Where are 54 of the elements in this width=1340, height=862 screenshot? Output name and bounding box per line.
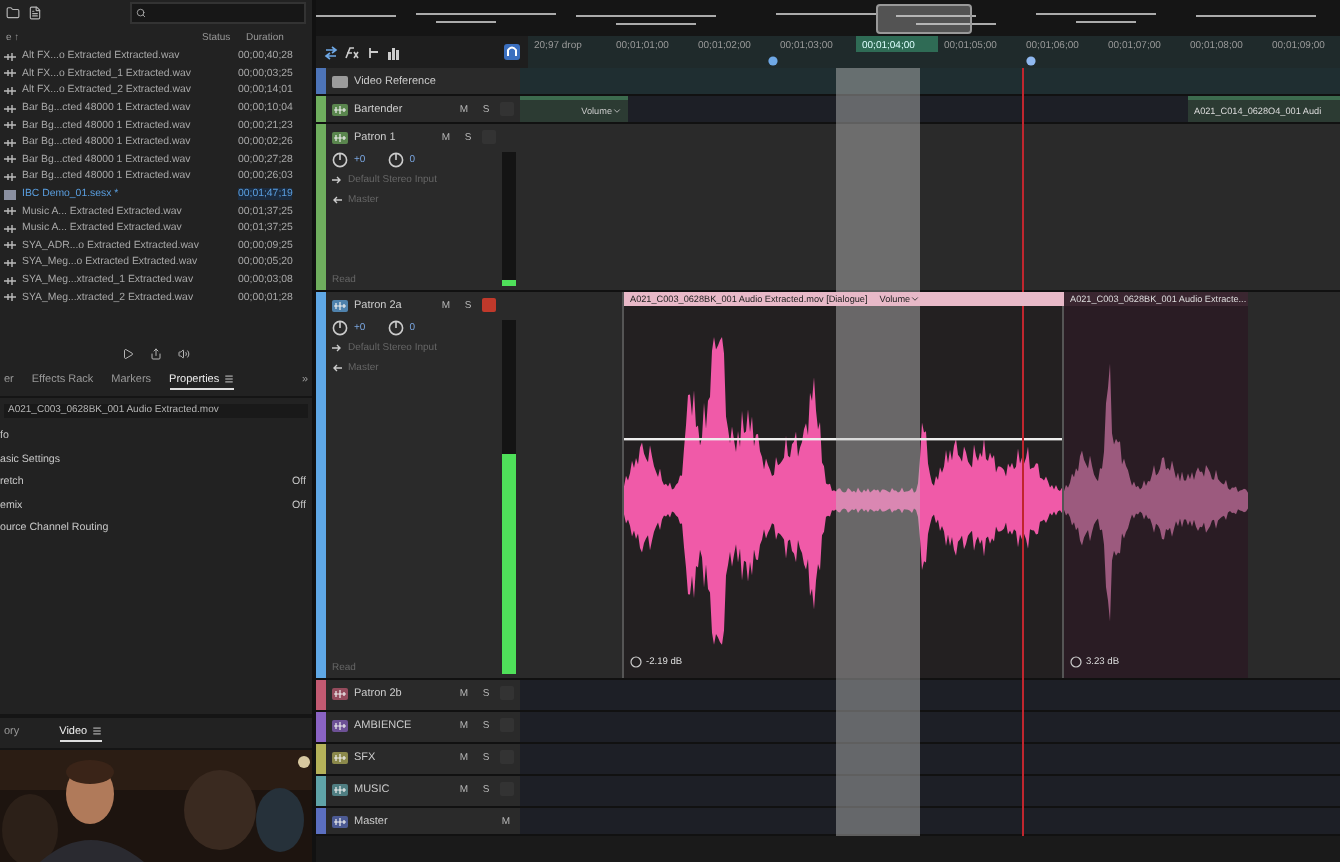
swap-icon[interactable] (324, 45, 338, 59)
waveform-icon (332, 299, 348, 311)
waveform-icon (332, 719, 348, 731)
caret-icon (910, 294, 921, 304)
waveform-icon (4, 137, 16, 148)
waveform-icon (332, 783, 348, 795)
search-icon (136, 8, 146, 18)
waveform-icon (4, 120, 16, 131)
pan-knob-icon[interactable] (387, 320, 404, 336)
waveform-icon (4, 292, 16, 303)
clip-gain-icon[interactable] (630, 656, 642, 668)
bus-icon (332, 815, 348, 827)
eq-icon[interactable] (386, 45, 400, 59)
waveform-icon (4, 223, 16, 234)
file-icon[interactable] (28, 6, 42, 20)
input-arrow-icon (332, 176, 342, 184)
waveform-icon (4, 171, 16, 182)
volume-knob-icon[interactable] (332, 152, 348, 168)
menu-icon[interactable] (223, 374, 234, 385)
play-icon[interactable] (122, 347, 134, 360)
folder-icon[interactable] (6, 6, 20, 20)
waveform-icon (4, 257, 16, 268)
pan-knob-icon[interactable] (387, 152, 404, 168)
waveform-icon (332, 751, 348, 763)
waveform-icon (4, 240, 16, 251)
waveform-icon (4, 68, 16, 79)
overview-handle[interactable] (876, 4, 972, 34)
waveform-icon (4, 85, 16, 96)
film-icon (332, 75, 348, 87)
speaker-icon[interactable] (178, 347, 190, 360)
waveform-icon (332, 687, 348, 699)
sends-icon[interactable] (366, 45, 380, 59)
waveform-icon (4, 51, 16, 62)
menu-icon[interactable] (91, 726, 102, 736)
waveform-icon (4, 103, 16, 114)
session-icon (4, 189, 16, 200)
playhead-marker-icon[interactable] (1026, 56, 1036, 66)
volume-line[interactable] (624, 438, 1064, 442)
volume-knob-icon[interactable] (332, 320, 348, 336)
waveform-icon (4, 206, 16, 217)
caret-icon (612, 106, 622, 116)
search-field[interactable] (130, 2, 306, 24)
effects-icon[interactable] (344, 45, 360, 59)
snap-icon[interactable] (504, 44, 520, 60)
export-icon[interactable] (150, 347, 162, 360)
input-arrow-icon (332, 344, 342, 352)
waveform-icon (332, 131, 348, 143)
waveform-icon (4, 154, 16, 165)
marker-icon[interactable] (768, 56, 778, 66)
output-arrow-icon (332, 196, 342, 204)
waveform-icon (4, 275, 16, 286)
output-arrow-icon (332, 364, 342, 372)
waveform-icon (332, 103, 348, 115)
clip-gain-icon[interactable] (1070, 656, 1082, 668)
